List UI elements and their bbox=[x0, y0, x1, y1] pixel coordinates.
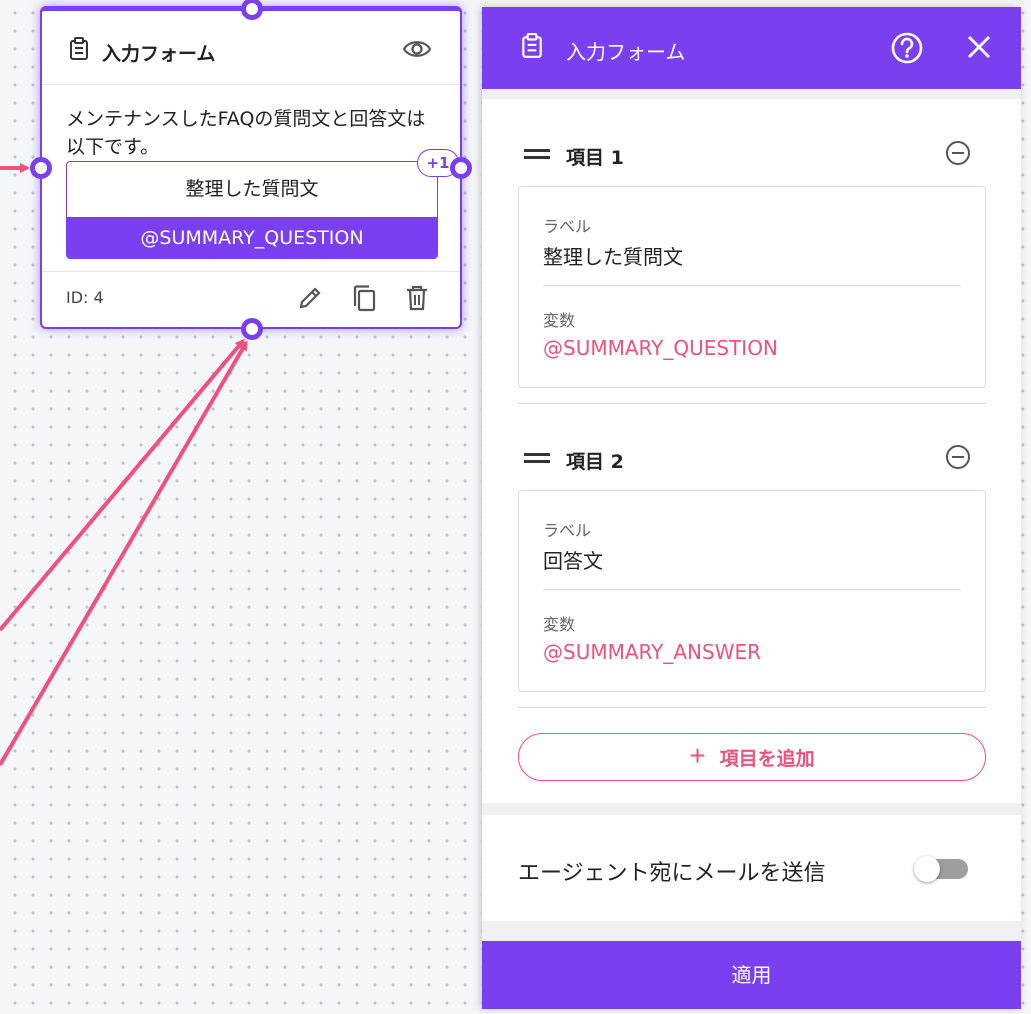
port-bottom[interactable] bbox=[241, 318, 263, 340]
port-left[interactable] bbox=[30, 157, 52, 179]
drag-handle-icon[interactable] bbox=[524, 147, 550, 166]
close-icon[interactable] bbox=[966, 34, 992, 64]
clipboard-icon bbox=[520, 33, 544, 63]
remove-circle-icon[interactable] bbox=[944, 443, 972, 475]
add-item-button[interactable]: + 項目を追加 bbox=[518, 733, 986, 781]
form-settings-panel: 入力フォーム 項目 1 ラベル 整理した質問文 変数 @SUMMARY_QUES… bbox=[482, 7, 1021, 1009]
node-item-label: 整理した質問文 bbox=[185, 178, 319, 200]
variable-value[interactable]: @SUMMARY_QUESTION bbox=[543, 336, 778, 360]
item-divider bbox=[518, 707, 986, 708]
apply-button[interactable]: 適用 bbox=[482, 941, 1021, 1009]
form-item: 項目 2 ラベル 回答文 変数 @SUMMARY_ANSWER bbox=[518, 431, 986, 721]
form-item-header: 項目 1 bbox=[518, 127, 986, 187]
node-description: メンテナンスしたFAQの質問文と回答文は以下です。 bbox=[66, 108, 426, 158]
pencil-icon[interactable] bbox=[296, 284, 324, 316]
node-item-variable: @SUMMARY_QUESTION bbox=[67, 217, 437, 258]
form-item: 項目 1 ラベル 整理した質問文 変数 @SUMMARY_QUESTION bbox=[518, 127, 986, 417]
node-header: 入力フォーム bbox=[42, 11, 460, 85]
email-toggle[interactable] bbox=[914, 856, 968, 882]
eye-icon[interactable] bbox=[402, 39, 432, 63]
node-title: 入力フォーム bbox=[102, 43, 216, 65]
panel-header: 入力フォーム bbox=[482, 7, 1021, 89]
label-value[interactable]: 回答文 bbox=[543, 545, 603, 574]
variable-caption: 変数 bbox=[543, 615, 576, 634]
input-form-node[interactable]: 入力フォーム メンテナンスしたFAQの質問文と回答文は以下です。 整理した質問文… bbox=[40, 6, 462, 329]
port-right[interactable] bbox=[450, 157, 472, 179]
variable-caption: 変数 bbox=[543, 311, 576, 330]
help-circle-icon[interactable] bbox=[890, 31, 924, 69]
form-items-section: 項目 1 ラベル 整理した質問文 変数 @SUMMARY_QUESTION 項目… bbox=[482, 99, 1021, 803]
connector-diagonal-1 bbox=[0, 338, 245, 632]
form-item-card: ラベル 回答文 変数 @SUMMARY_ANSWER bbox=[518, 490, 986, 692]
node-id: ID: 4 bbox=[66, 288, 104, 307]
form-item-header: 項目 2 bbox=[518, 431, 986, 491]
form-item-title: 項目 2 bbox=[566, 451, 624, 473]
label-caption: ラベル bbox=[543, 217, 592, 236]
connector-diagonal-2 bbox=[0, 340, 248, 767]
clipboard-icon bbox=[68, 37, 90, 65]
form-item-card: ラベル 整理した質問文 変数 @SUMMARY_QUESTION bbox=[518, 186, 986, 388]
form-item-title: 項目 1 bbox=[566, 147, 624, 169]
field-divider bbox=[543, 589, 961, 590]
panel-title: 入力フォーム bbox=[566, 40, 686, 64]
field-divider bbox=[543, 285, 961, 286]
remove-circle-icon[interactable] bbox=[944, 139, 972, 171]
trash-icon[interactable] bbox=[404, 284, 430, 316]
drag-handle-icon[interactable] bbox=[524, 451, 550, 470]
email-notification-section: エージェント宛にメールを送信 bbox=[482, 815, 1021, 921]
email-toggle-label: エージェント宛にメールを送信 bbox=[518, 861, 826, 886]
toggle-thumb bbox=[914, 856, 940, 882]
label-caption: ラベル bbox=[543, 521, 592, 540]
add-item-label: 項目を追加 bbox=[719, 748, 815, 770]
copy-icon[interactable] bbox=[350, 284, 378, 318]
item-divider bbox=[518, 403, 986, 404]
variable-value[interactable]: @SUMMARY_ANSWER bbox=[543, 640, 761, 664]
node-form-item[interactable]: 整理した質問文 @SUMMARY_QUESTION bbox=[66, 161, 438, 259]
label-value[interactable]: 整理した質問文 bbox=[543, 241, 683, 270]
plus-icon: + bbox=[689, 739, 706, 771]
